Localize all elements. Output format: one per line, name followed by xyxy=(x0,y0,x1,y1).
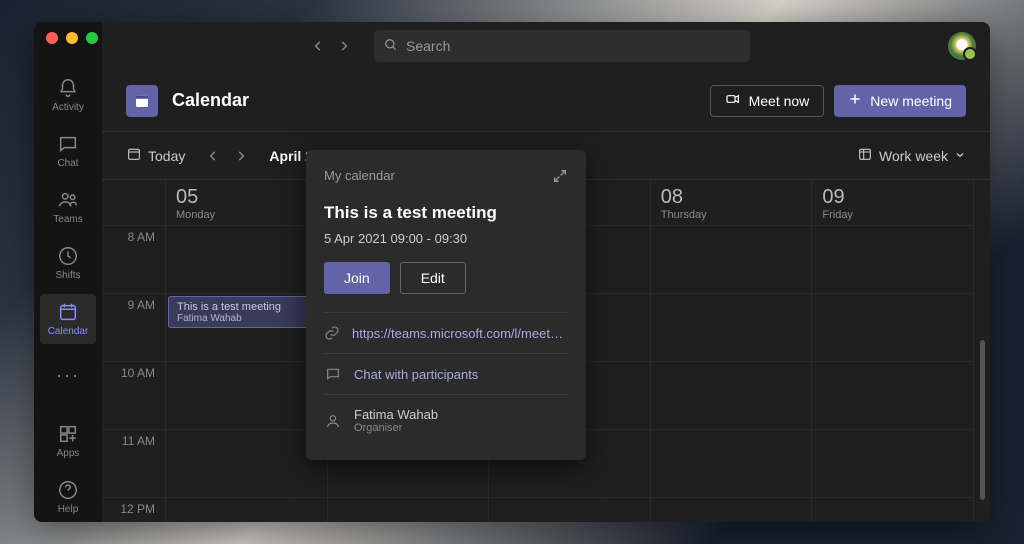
nav-label: Chat xyxy=(57,158,78,169)
event-title: This is a test meeting xyxy=(177,301,314,313)
link-icon xyxy=(324,325,340,341)
event-organizer: Fatima Wahab xyxy=(177,313,314,324)
nav-label: Calendar xyxy=(48,326,89,337)
user-avatar[interactable] xyxy=(948,32,976,60)
next-period[interactable] xyxy=(229,144,253,168)
day-column[interactable] xyxy=(651,226,813,522)
search-icon xyxy=(384,38,398,55)
meet-now-button[interactable]: Meet now xyxy=(710,85,825,117)
time-axis: 8 AM 9 AM 10 AM 11 AM 12 PM xyxy=(102,180,166,522)
calendar-event[interactable]: This is a test meeting Fatima Wahab xyxy=(168,296,323,328)
nav-chat[interactable]: Chat xyxy=(40,126,96,176)
plus-icon xyxy=(848,92,862,109)
nav-label: Help xyxy=(58,504,79,515)
new-meeting-button[interactable]: New meeting xyxy=(834,85,966,117)
person-icon xyxy=(324,413,342,429)
nav-activity[interactable]: Activity xyxy=(40,70,96,120)
time-label: 11 AM xyxy=(102,430,165,498)
organizer-row: Fatima Wahab Organiser xyxy=(324,394,568,446)
day-column[interactable]: This is a test meeting Fatima Wahab xyxy=(166,226,328,522)
nav-label: Apps xyxy=(57,448,80,459)
time-label: 10 AM xyxy=(102,362,165,430)
nav-label: Activity xyxy=(52,102,84,113)
app-window: Activity Chat Teams Shifts Calendar ··· … xyxy=(34,22,990,522)
today-button[interactable]: Today xyxy=(126,146,185,165)
prev-period[interactable] xyxy=(201,144,225,168)
nav-rail: Activity Chat Teams Shifts Calendar ··· … xyxy=(34,22,102,522)
search-placeholder: Search xyxy=(406,38,450,54)
close-window[interactable] xyxy=(46,32,58,44)
organizer-role: Organiser xyxy=(354,422,438,434)
history-back[interactable] xyxy=(306,34,330,58)
meeting-link-row[interactable]: https://teams.microsoft.com/l/meetup-joi… xyxy=(324,312,568,353)
nav-calendar[interactable]: Calendar xyxy=(40,294,96,344)
page-header: Calendar Meet now New meeting xyxy=(102,70,990,132)
nav-more[interactable]: ··· xyxy=(40,350,96,400)
chevron-down-icon xyxy=(954,148,966,164)
page-title: Calendar xyxy=(172,90,249,111)
expand-icon[interactable] xyxy=(552,168,568,187)
calendar-view-icon xyxy=(857,146,873,165)
edit-button[interactable]: Edit xyxy=(400,262,466,294)
time-label: 12 PM xyxy=(102,498,165,522)
popover-title: This is a test meeting xyxy=(324,203,568,223)
scrollbar[interactable] xyxy=(980,340,985,500)
nav-label: Shifts xyxy=(55,270,80,281)
day-header[interactable]: 08Thursday xyxy=(651,180,813,225)
nav-label: Teams xyxy=(53,214,82,225)
join-button[interactable]: Join xyxy=(324,262,390,294)
search-input[interactable]: Search xyxy=(374,30,750,62)
window-controls xyxy=(46,32,98,44)
organizer-name: Fatima Wahab xyxy=(354,407,438,422)
popover-time: 5 Apr 2021 09:00 - 09:30 xyxy=(324,231,568,246)
view-selector[interactable]: Work week xyxy=(857,146,966,165)
time-label: 8 AM xyxy=(102,226,165,294)
calendar-today-icon xyxy=(126,146,142,165)
minimize-window[interactable] xyxy=(66,32,78,44)
nav-teams[interactable]: Teams xyxy=(40,182,96,232)
chat-participants-row[interactable]: Chat with participants xyxy=(324,353,568,394)
video-icon xyxy=(725,91,741,110)
maximize-window[interactable] xyxy=(86,32,98,44)
chat-icon xyxy=(324,366,342,382)
time-label: 9 AM xyxy=(102,294,165,362)
day-header[interactable]: 09Friday xyxy=(812,180,974,225)
nav-shifts[interactable]: Shifts xyxy=(40,238,96,288)
event-popover: My calendar This is a test meeting 5 Apr… xyxy=(306,150,586,460)
day-column[interactable] xyxy=(812,226,974,522)
calendar-app-icon xyxy=(126,85,158,117)
history-forward[interactable] xyxy=(332,34,356,58)
popover-calendar-name: My calendar xyxy=(324,168,395,187)
topbar: Search xyxy=(102,22,990,70)
day-header[interactable]: 05Monday xyxy=(166,180,328,225)
nav-apps[interactable]: Apps xyxy=(40,416,96,466)
nav-help[interactable]: Help xyxy=(40,472,96,522)
